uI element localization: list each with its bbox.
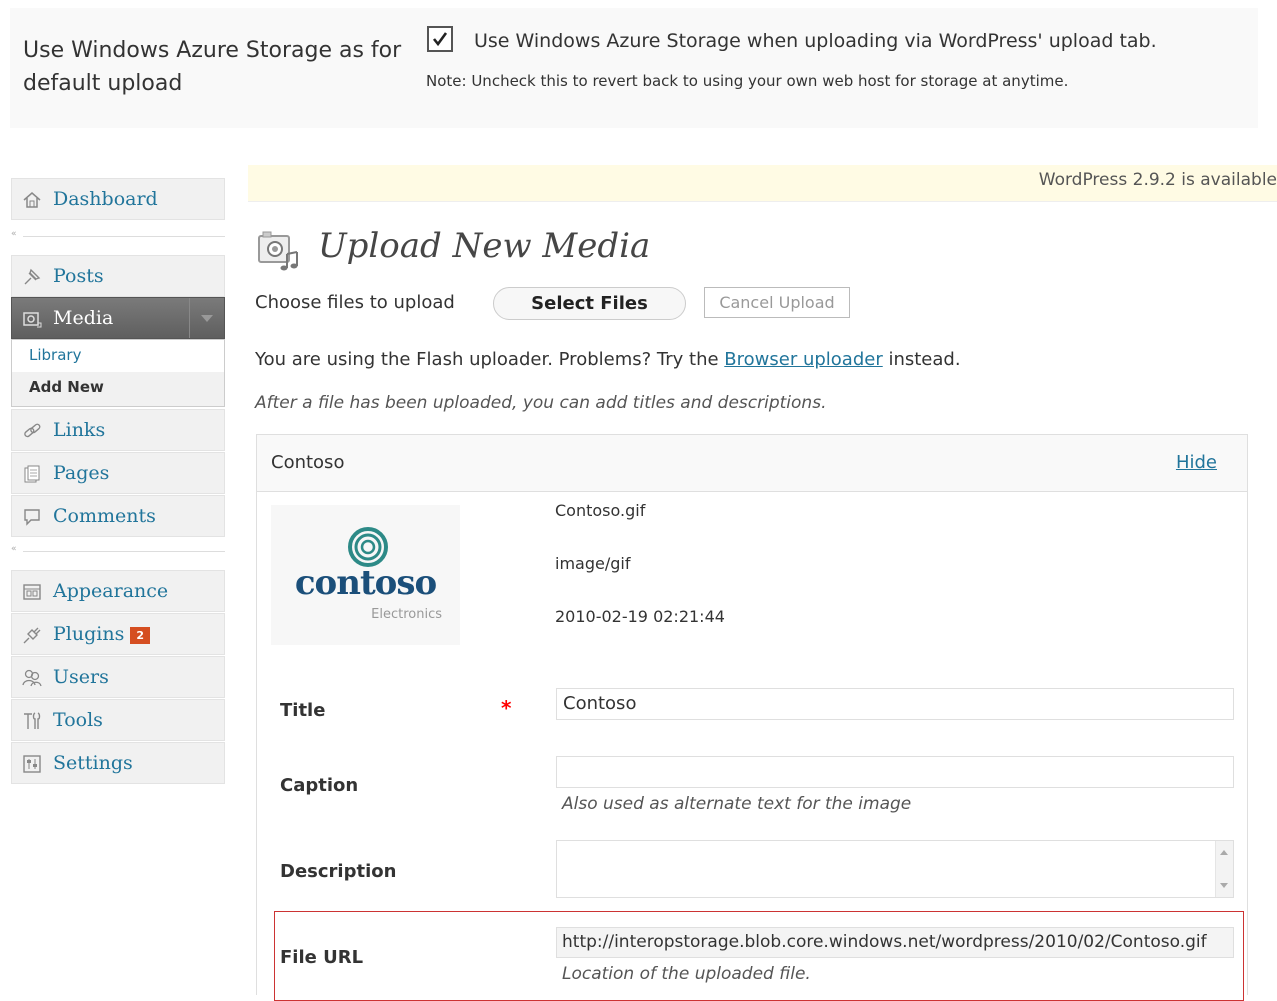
pages-icon <box>24 465 40 483</box>
file-url-field-label: File URL <box>280 947 364 968</box>
submenu-item-add-new[interactable]: Add New <box>29 378 104 396</box>
file-url-help-text: Location of the uploaded file. <box>562 964 811 984</box>
menu-label-links: Links <box>53 419 106 441</box>
flash-uploader-notice: You are using the Flash uploader. Proble… <box>255 349 961 370</box>
media-mime-type: image/gif <box>555 554 631 573</box>
media-item-header: Contoso Hide <box>257 435 1247 492</box>
menu-separator: « <box>11 544 225 557</box>
menu-item-dashboard[interactable]: Dashboard <box>11 178 225 220</box>
home-icon <box>23 192 41 208</box>
description-textarea[interactable] <box>556 840 1234 898</box>
menu-label-posts: Posts <box>53 265 104 287</box>
menu-item-comments[interactable]: Comments <box>11 495 225 537</box>
update-nag-text[interactable]: WordPress 2.9.2 is available <box>1039 170 1277 190</box>
submenu-item-library[interactable]: Library <box>29 346 81 364</box>
pushpin-icon <box>24 268 41 285</box>
file-url-input[interactable]: http://interopstorage.blob.core.windows.… <box>556 927 1234 958</box>
menu-label-appearance: Appearance <box>53 580 169 602</box>
media-filename: Contoso.gif <box>555 501 646 520</box>
tools-icon <box>24 712 41 729</box>
description-scrollbar[interactable] <box>1215 841 1233 897</box>
azure-settings-panel: Use Windows Azure Storage as for default… <box>10 8 1258 128</box>
menu-label-comments: Comments <box>53 505 156 527</box>
media-submenu: Library Add New <box>11 339 225 407</box>
description-field-label: Description <box>280 861 397 882</box>
caption-field-label: Caption <box>280 775 359 796</box>
appearance-icon <box>23 584 41 600</box>
plug-icon <box>23 627 41 644</box>
cancel-upload-button[interactable]: Cancel Upload <box>704 287 850 318</box>
media-upload-icon <box>258 231 298 271</box>
browser-uploader-link[interactable]: Browser uploader <box>724 349 882 370</box>
hide-link[interactable]: Hide <box>1176 452 1217 473</box>
menu-label-media: Media <box>53 307 114 329</box>
select-files-button[interactable]: Select Files <box>493 287 686 320</box>
link-icon <box>24 423 41 438</box>
media-item-name: Contoso <box>271 452 345 473</box>
choose-files-label: Choose files to upload <box>255 292 455 313</box>
required-marker: * <box>501 696 512 720</box>
media-icon <box>23 312 42 328</box>
contoso-logo-subtitle: Electronics <box>371 607 442 622</box>
settings-sliders-icon <box>23 755 41 773</box>
menu-label-tools: Tools <box>53 709 103 731</box>
menu-label-users: Users <box>53 666 109 688</box>
update-nag: WordPress 2.9.2 is available <box>248 165 1277 202</box>
azure-upload-checkbox[interactable] <box>427 26 453 52</box>
menu-separator: « <box>11 229 225 242</box>
comment-bubble-icon <box>24 509 40 526</box>
menu-item-tools[interactable]: Tools <box>11 699 225 741</box>
menu-item-pages[interactable]: Pages <box>11 452 225 494</box>
menu-label-plugins: Plugins 2 <box>53 623 150 645</box>
menu-item-users[interactable]: Users <box>11 656 225 698</box>
azure-default-upload-label: Use Windows Azure Storage as for default… <box>23 38 402 96</box>
menu-item-posts[interactable]: Posts <box>11 255 225 297</box>
title-field-label: Title <box>280 700 326 721</box>
contoso-logo-text: contoso <box>294 563 437 603</box>
menu-label-pages: Pages <box>53 462 110 484</box>
menu-label-dashboard: Dashboard <box>53 188 158 210</box>
title-input[interactable]: Contoso <box>556 688 1234 720</box>
users-icon <box>22 669 42 687</box>
menu-label-settings: Settings <box>53 752 133 774</box>
media-thumbnail: contoso Electronics <box>271 505 460 645</box>
azure-upload-note: Note: Uncheck this to revert back to usi… <box>426 72 1069 90</box>
caption-help-text: Also used as alternate text for the imag… <box>562 794 912 814</box>
azure-upload-checkbox-label[interactable]: Use Windows Azure Storage when uploading… <box>474 30 1157 52</box>
media-upload-date: 2010-02-19 02:21:44 <box>555 607 725 626</box>
media-submenu-toggle[interactable] <box>189 298 224 338</box>
menu-item-appearance[interactable]: Appearance <box>11 570 225 612</box>
page-title: Upload New Media <box>318 226 651 266</box>
plugin-update-count-badge: 2 <box>130 626 150 644</box>
after-upload-hint: After a file has been uploaded, you can … <box>255 393 827 413</box>
menu-item-plugins[interactable]: Plugins 2 <box>11 613 225 655</box>
checkmark-icon <box>432 32 448 47</box>
menu-item-media[interactable]: Media <box>11 297 225 339</box>
menu-item-settings[interactable]: Settings <box>11 742 225 784</box>
menu-item-links[interactable]: Links <box>11 409 225 451</box>
caption-input[interactable] <box>556 756 1234 788</box>
